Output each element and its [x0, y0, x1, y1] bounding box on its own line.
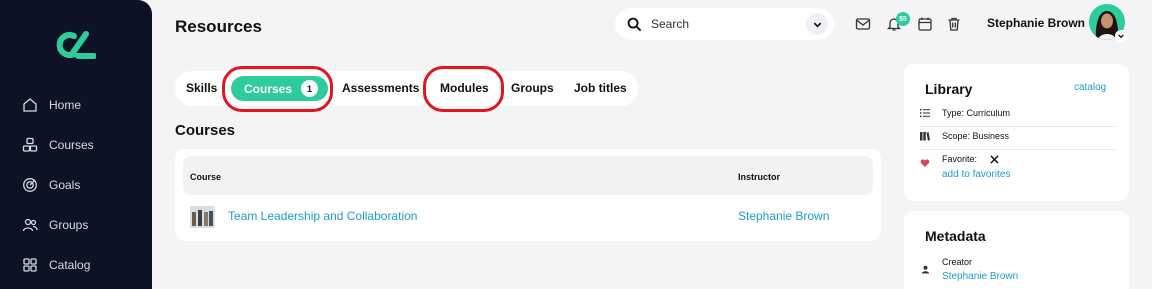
courses-icon [22, 137, 38, 152]
tab-modules[interactable]: Modules [440, 81, 489, 95]
goals-icon [23, 178, 37, 192]
person-icon [921, 265, 930, 274]
tab-groups[interactable]: Groups [511, 81, 554, 95]
column-header-instructor[interactable]: Instructor [738, 172, 780, 182]
sidebar-item-catalog[interactable]: Catalog [22, 255, 90, 275]
course-thumbnail [190, 206, 215, 228]
sidebar-item-label: Courses [49, 138, 94, 152]
catalog-link[interactable]: catalog [1074, 82, 1106, 93]
metadata-title: Metadata [925, 228, 986, 244]
tab-job-titles[interactable]: Job titles [574, 81, 627, 95]
section-title: Courses [175, 122, 236, 139]
chevron-down-icon [813, 22, 821, 28]
logo-mark[interactable] [56, 30, 96, 60]
user-name[interactable]: Stephanie Brown [987, 16, 1085, 30]
courses-table: Course Instructor Team Leadership and Co… [175, 149, 881, 241]
close-icon[interactable] [990, 155, 999, 164]
library-title: Library [925, 81, 973, 97]
favorite-label: Favorite: [942, 154, 978, 164]
chevron-down-icon [1118, 34, 1124, 39]
calendar-icon[interactable] [917, 16, 933, 32]
instructor-link[interactable]: Stephanie Brown [738, 209, 829, 223]
heart-icon[interactable] [920, 158, 930, 168]
tab-count-badge: 1 [301, 80, 319, 97]
sidebar-item-home[interactable]: Home [22, 95, 81, 115]
creator-label: Creator [942, 257, 973, 267]
tab-assessments[interactable]: Assessments [342, 81, 419, 95]
course-link[interactable]: Team Leadership and Collaboration [228, 209, 417, 223]
sidebar-item-groups[interactable]: Groups [22, 215, 88, 235]
groups-icon [22, 218, 38, 232]
list-icon [920, 109, 930, 118]
resource-tabs: Skills Courses 1 Assessments Modules Gro… [175, 71, 638, 106]
library-favorite-row: Favorite: add to favorites [920, 150, 1116, 188]
search-bar[interactable] [615, 8, 834, 40]
library-scope-row: Scope: Business [920, 127, 1116, 150]
sidebar: Home Courses Goals Groups Catalog [0, 0, 152, 289]
sidebar-item-label: Catalog [49, 258, 91, 272]
page-title: Resources [175, 17, 262, 36]
sidebar-item-label: Home [49, 98, 82, 112]
search-input[interactable] [651, 17, 801, 31]
sidebar-item-goals[interactable]: Goals [22, 175, 80, 195]
library-type: Type: Curriculum [942, 108, 1011, 118]
add-to-favorites-link[interactable]: add to favorites [942, 169, 1010, 180]
notification-badge: 55 [896, 12, 910, 26]
sidebar-item-label: Groups [49, 218, 89, 232]
metadata-card: Metadata Creator Stephanie Brown [904, 211, 1129, 289]
sidebar-item-courses[interactable]: Courses [22, 135, 94, 155]
home-icon [23, 98, 37, 112]
library-books-icon [920, 132, 930, 141]
table-header: Course Instructor [183, 156, 873, 195]
search-dropdown-button[interactable] [806, 13, 828, 35]
tab-label: Courses [244, 81, 293, 96]
mail-icon[interactable] [855, 16, 871, 32]
trash-icon[interactable] [946, 16, 962, 32]
sidebar-item-label: Goals [49, 178, 81, 192]
creator-link[interactable]: Stephanie Brown [942, 271, 1018, 282]
catalog-icon [23, 258, 37, 272]
tab-skills[interactable]: Skills [186, 81, 217, 95]
user-menu-chevron[interactable] [1115, 30, 1127, 42]
library-card: Library catalog Type: Curriculum Scope: … [904, 64, 1129, 201]
column-header-course[interactable]: Course [190, 172, 221, 182]
library-type-row: Type: Curriculum [920, 104, 1116, 127]
tab-courses[interactable]: Courses 1 [231, 76, 328, 101]
search-icon [627, 17, 642, 31]
library-scope: Scope: Business [942, 131, 1010, 141]
